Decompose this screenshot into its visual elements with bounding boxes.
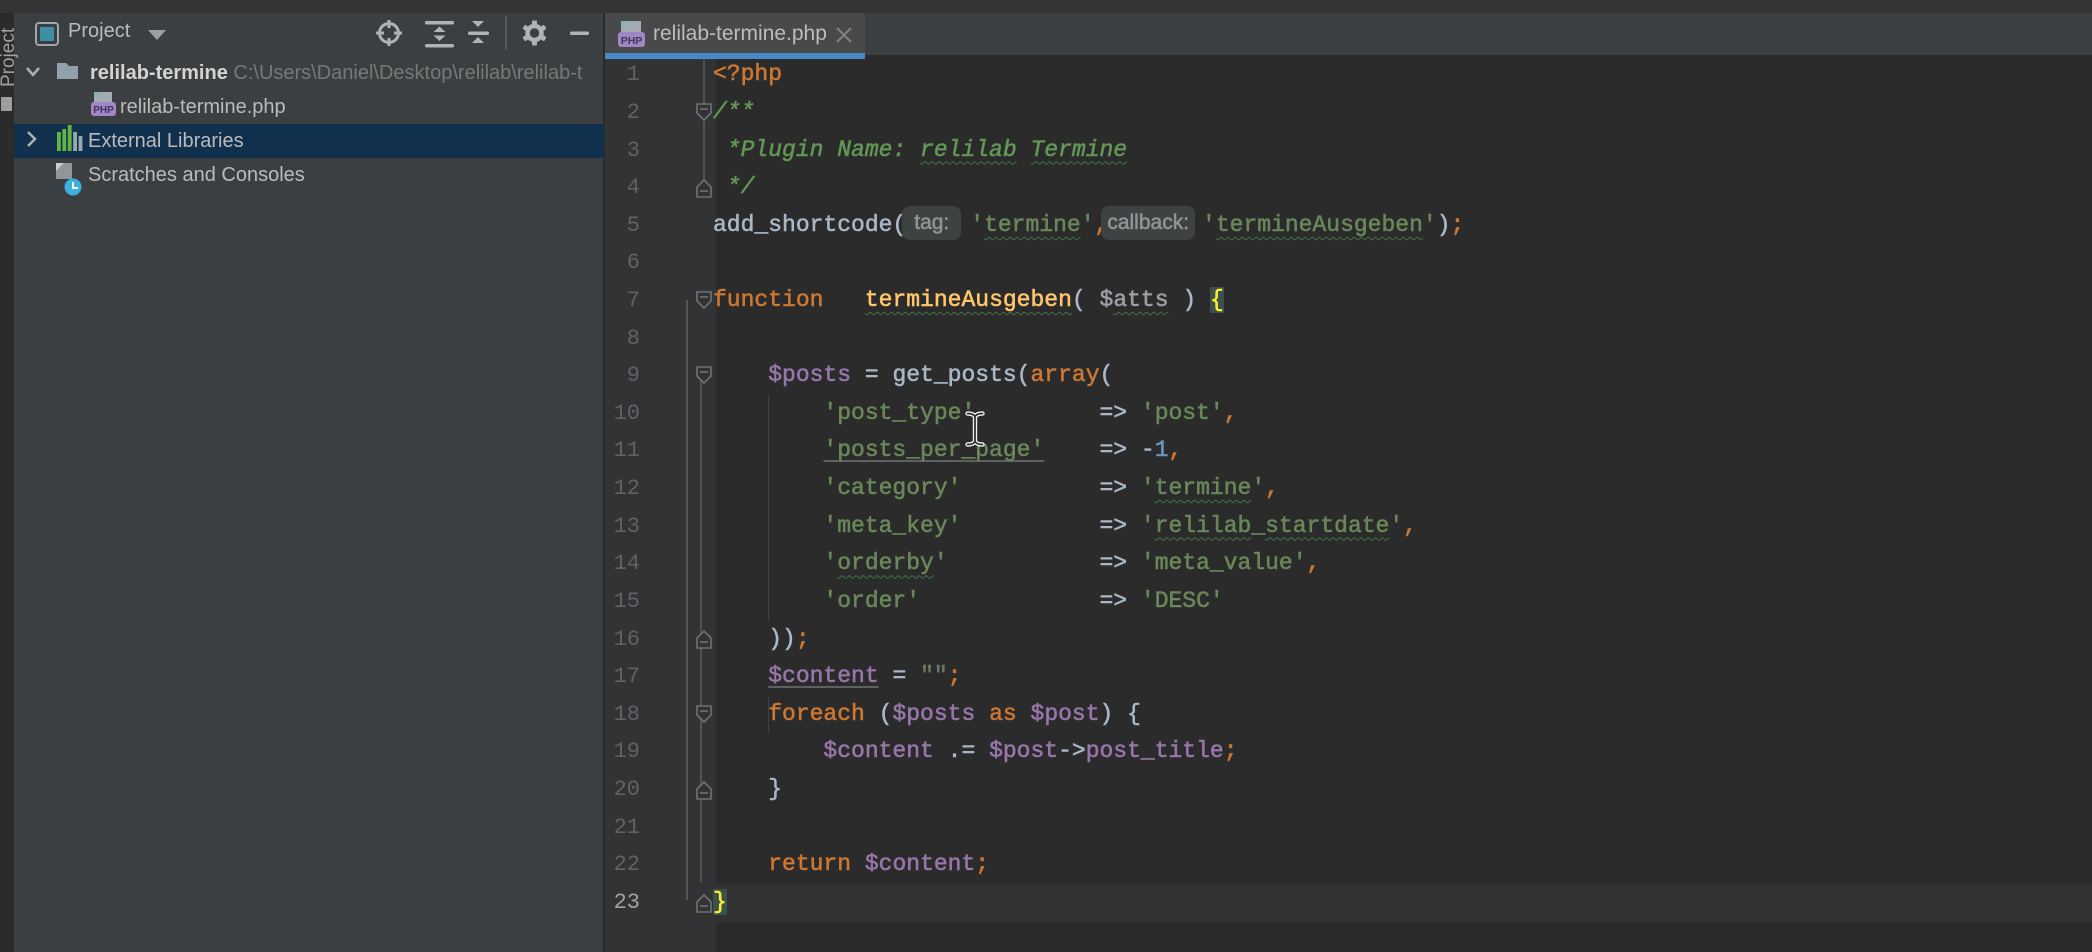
svg-text:PHP: PHP [93, 105, 114, 116]
svg-text:PHP: PHP [621, 35, 643, 47]
